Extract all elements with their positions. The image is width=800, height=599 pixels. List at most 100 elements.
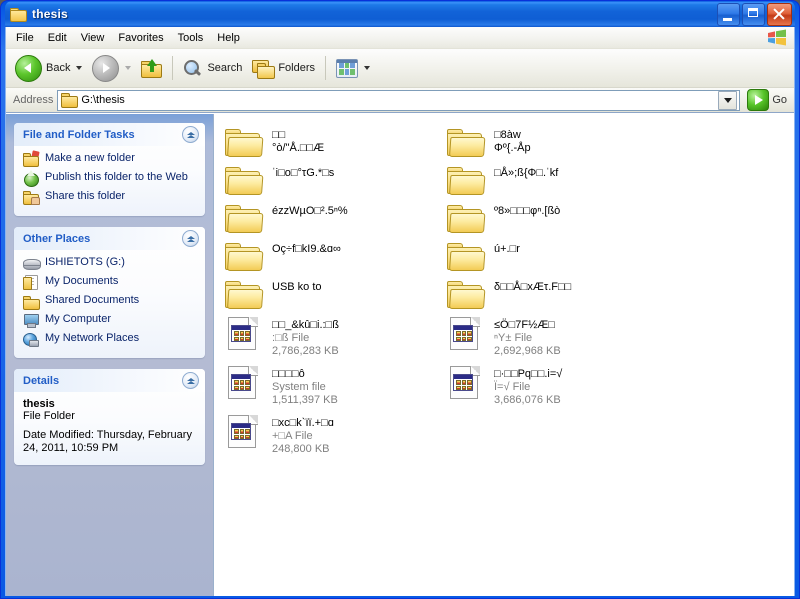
title-bar: thesis: [5, 1, 795, 27]
menu-tools[interactable]: Tools: [171, 30, 211, 46]
chevron-up-icon[interactable]: [182, 126, 199, 143]
sidebar-item-share-folder[interactable]: Share this folder: [23, 189, 198, 205]
file-list-view[interactable]: □□ °ò/"Å.□□Æ □8àw Φº{.-Åp ˈi□o□°τG.*□s □Å»;ß{…: [213, 114, 794, 596]
file-folder-tasks-title: File and Folder Tasks: [23, 128, 135, 141]
folders-label: Folders: [278, 62, 316, 74]
shared-documents-icon: [23, 293, 40, 310]
forward-button[interactable]: [87, 53, 136, 83]
file-icon: [227, 415, 259, 449]
up-button[interactable]: [136, 53, 167, 83]
entry-text: □Å»;ß{Φ□.ˈkf: [493, 165, 559, 180]
file-item[interactable]: ≤Ö□7F½Æ□ ⁿY± File 2,692,968 KB: [436, 313, 658, 362]
maximize-button[interactable]: [742, 3, 765, 26]
details-item-name: thesis: [23, 398, 55, 410]
back-arrow-icon: [15, 54, 42, 82]
windows-flag-icon: [768, 29, 786, 46]
entry-icon: [222, 279, 264, 309]
views-button[interactable]: [331, 53, 375, 83]
entry-size: 2,786,283 KB: [272, 345, 339, 357]
folder-item[interactable]: δ□□Å□xÆτ.F□□: [436, 275, 658, 313]
entry-icon: [222, 317, 264, 351]
search-label: Search: [207, 62, 243, 74]
details-item-type: File Folder: [23, 410, 75, 422]
folder-item[interactable]: □8àw Φº{.-Åp: [436, 123, 658, 161]
entry-name: ˈi□o□°τG.*□s: [272, 167, 335, 179]
file-folder-tasks-header[interactable]: File and Folder Tasks: [14, 123, 205, 146]
folders-icon: [252, 59, 276, 79]
entry-name: ú+.□r: [494, 243, 520, 255]
address-dropdown-button[interactable]: [718, 90, 738, 110]
close-button[interactable]: [767, 3, 792, 26]
minimize-button[interactable]: [717, 3, 740, 26]
folder-item[interactable]: ú+.□r: [436, 237, 658, 275]
folder-item[interactable]: ˈi□o□°τG.*□s: [214, 161, 436, 199]
entry-size: 3,686,076 KB: [494, 394, 561, 406]
go-arrow-icon: [747, 89, 770, 111]
toolbar-separator: [172, 56, 174, 80]
entry-name: USB ko to: [272, 281, 322, 293]
other-places-panel: Other Places ISHIETOTS (G:) My Documents…: [14, 227, 205, 358]
share-folder-label: Share this folder: [45, 190, 126, 202]
folder-item[interactable]: □□ °ò/"Å.□□Æ: [214, 123, 436, 161]
details-title: Details: [23, 374, 60, 387]
forward-dropdown-icon[interactable]: [125, 66, 132, 70]
sidebar-item-my-documents[interactable]: My Documents: [23, 274, 198, 290]
entry-text: δ□□Å□xÆτ.F□□: [493, 279, 572, 294]
folder-item[interactable]: □Å»;ß{Φ□.ˈkf: [436, 161, 658, 199]
sidebar-item-network-places[interactable]: My Network Places: [23, 331, 198, 347]
entry-name: □8àw: [494, 129, 521, 141]
folders-button[interactable]: Folders: [247, 53, 320, 83]
sidebar-item-drive[interactable]: ISHIETOTS (G:): [23, 255, 198, 271]
sidebar-item-publish-web[interactable]: Publish this folder to the Web: [23, 170, 198, 187]
file-item[interactable]: □xc□k`ïï.+□ɑ +□A File 248,800 KB: [214, 411, 436, 460]
back-dropdown-icon[interactable]: [76, 66, 83, 70]
menu-file[interactable]: File: [9, 30, 41, 46]
folder-item[interactable]: Oç÷f□kI9.&ɑ∞: [214, 237, 436, 275]
menu-view[interactable]: View: [74, 30, 112, 46]
address-input[interactable]: G:\thesis: [57, 89, 741, 111]
folder-icon: [225, 203, 264, 233]
entry-name: Oç÷f□kI9.&ɑ∞: [272, 243, 341, 255]
views-dropdown-icon[interactable]: [364, 66, 371, 70]
share-folder-icon: [23, 189, 40, 205]
sidebar-item-shared-documents[interactable]: Shared Documents: [23, 293, 198, 310]
menu-help[interactable]: Help: [210, 30, 247, 46]
go-button[interactable]: Go: [744, 89, 790, 111]
entry-text: ≤Ö□7F½Æ□ ⁿY± File 2,692,968 KB: [493, 317, 562, 358]
window-title: thesis: [32, 7, 68, 21]
entry-text: º8»□□□φⁿ.[ßò: [493, 203, 561, 218]
entry-icon: [444, 203, 486, 233]
menu-favorites[interactable]: Favorites: [111, 30, 170, 46]
folder-item[interactable]: ézzWµO□².5ⁿ%: [214, 199, 436, 237]
toolbar: Back Search Folders: [6, 49, 794, 88]
new-folder-icon: [23, 150, 40, 167]
menu-edit[interactable]: Edit: [41, 30, 74, 46]
folder-icon: [447, 279, 486, 309]
make-new-folder-label: Make a new folder: [45, 152, 135, 164]
entry-name: □□□□ô: [272, 368, 305, 380]
back-button[interactable]: Back: [10, 53, 87, 83]
entry-icon: [222, 203, 264, 233]
entry-name: º8»□□□φⁿ.[ßò: [494, 205, 561, 217]
folder-item[interactable]: USB ko to: [214, 275, 436, 313]
file-item[interactable]: □□_&kû□i.:□ß:□ß File 2,786,283 KB: [214, 313, 436, 362]
menu-bar: File Edit View Favorites Tools Help: [6, 27, 794, 49]
other-places-header[interactable]: Other Places: [14, 227, 205, 250]
file-item[interactable]: □·□□Pq□□.i=√ Ï=√ File 3,686,076 KB: [436, 362, 658, 411]
chevron-up-icon[interactable]: [182, 372, 199, 389]
entry-name: □xc□k`ïï.+□ɑ: [272, 417, 334, 429]
sidebar-item-make-new-folder[interactable]: Make a new folder: [23, 150, 198, 167]
details-header[interactable]: Details: [14, 369, 205, 392]
address-label: Address: [13, 94, 54, 106]
sidebar-item-my-computer[interactable]: My Computer: [23, 312, 198, 328]
my-documents-label: My Documents: [45, 275, 119, 287]
entry-size: 248,800 KB: [272, 443, 330, 455]
folder-item[interactable]: º8»□□□φⁿ.[ßò: [436, 199, 658, 237]
search-icon: [183, 59, 203, 78]
folder-icon: [10, 7, 27, 22]
forward-arrow-icon: [92, 54, 120, 82]
file-item[interactable]: □□□□ô System file 1,511,397 KB: [214, 362, 436, 411]
folder-icon: [447, 165, 486, 195]
chevron-up-icon[interactable]: [182, 230, 199, 247]
search-button[interactable]: Search: [178, 53, 247, 83]
